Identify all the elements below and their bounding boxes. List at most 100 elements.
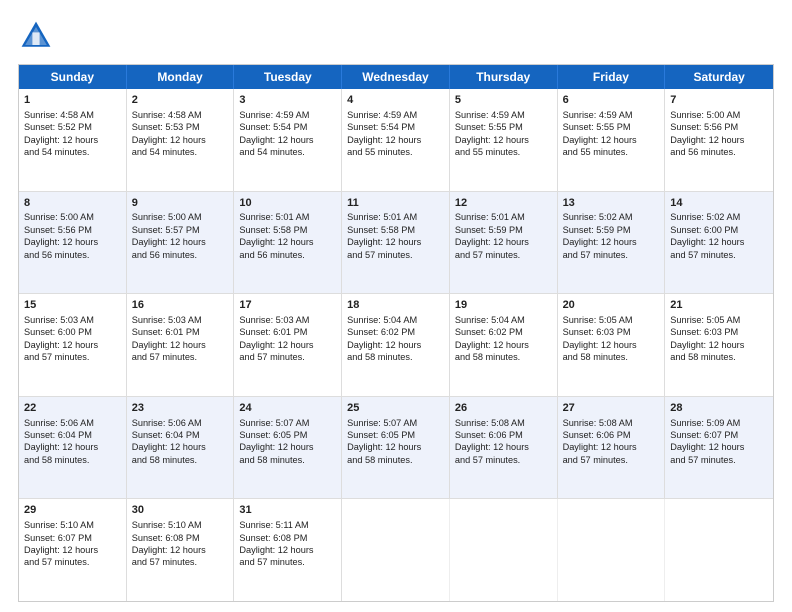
calendar-body: 1Sunrise: 4:58 AMSunset: 5:52 PMDaylight… xyxy=(19,89,773,601)
day-info-line: Daylight: 12 hours xyxy=(24,441,121,453)
day-info-line: and 57 minutes. xyxy=(132,556,229,568)
day-cell-19: 19Sunrise: 5:04 AMSunset: 6:02 PMDayligh… xyxy=(450,294,558,396)
day-info-line: Sunrise: 4:59 AM xyxy=(347,109,444,121)
empty-cell xyxy=(558,499,666,601)
day-info-line: Daylight: 12 hours xyxy=(347,441,444,453)
day-info-line: and 56 minutes. xyxy=(670,146,768,158)
day-info-line: Sunrise: 5:01 AM xyxy=(347,211,444,223)
day-info-line: Daylight: 12 hours xyxy=(132,236,229,248)
day-info-line: Daylight: 12 hours xyxy=(670,441,768,453)
day-info-line: and 57 minutes. xyxy=(670,249,768,261)
day-info-line: Sunrise: 4:59 AM xyxy=(455,109,552,121)
day-number: 7 xyxy=(670,93,768,108)
day-cell-11: 11Sunrise: 5:01 AMSunset: 5:58 PMDayligh… xyxy=(342,192,450,294)
day-number: 24 xyxy=(239,401,336,416)
day-number: 25 xyxy=(347,401,444,416)
day-info-line: Sunset: 6:04 PM xyxy=(132,429,229,441)
header-day-saturday: Saturday xyxy=(665,65,773,89)
day-info-line: Daylight: 12 hours xyxy=(347,236,444,248)
day-info-line: Daylight: 12 hours xyxy=(455,441,552,453)
day-cell-7: 7Sunrise: 5:00 AMSunset: 5:56 PMDaylight… xyxy=(665,89,773,191)
day-info-line: and 58 minutes. xyxy=(347,454,444,466)
day-cell-15: 15Sunrise: 5:03 AMSunset: 6:00 PMDayligh… xyxy=(19,294,127,396)
day-info-line: Daylight: 12 hours xyxy=(455,134,552,146)
day-info-line: Daylight: 12 hours xyxy=(347,134,444,146)
day-info-line: Sunset: 5:55 PM xyxy=(563,121,660,133)
day-cell-13: 13Sunrise: 5:02 AMSunset: 5:59 PMDayligh… xyxy=(558,192,666,294)
day-info-line: Sunset: 5:53 PM xyxy=(132,121,229,133)
day-info-line: Sunrise: 5:01 AM xyxy=(239,211,336,223)
day-info-line: Sunset: 5:52 PM xyxy=(24,121,121,133)
logo-icon xyxy=(18,18,54,54)
day-info-line: and 57 minutes. xyxy=(24,556,121,568)
day-info-line: Sunset: 5:56 PM xyxy=(24,224,121,236)
day-number: 17 xyxy=(239,298,336,313)
day-number: 13 xyxy=(563,196,660,211)
day-info-line: and 57 minutes. xyxy=(455,249,552,261)
day-number: 27 xyxy=(563,401,660,416)
day-info-line: Sunrise: 5:03 AM xyxy=(24,314,121,326)
header-day-monday: Monday xyxy=(127,65,235,89)
day-info-line: Sunset: 5:54 PM xyxy=(239,121,336,133)
header-day-thursday: Thursday xyxy=(450,65,558,89)
day-cell-16: 16Sunrise: 5:03 AMSunset: 6:01 PMDayligh… xyxy=(127,294,235,396)
day-info-line: Sunrise: 5:10 AM xyxy=(132,519,229,531)
calendar-row-1: 8Sunrise: 5:00 AMSunset: 5:56 PMDaylight… xyxy=(19,191,773,294)
day-info-line: Sunrise: 4:59 AM xyxy=(563,109,660,121)
day-info-line: Sunset: 6:03 PM xyxy=(670,326,768,338)
day-info-line: and 58 minutes. xyxy=(563,351,660,363)
day-cell-23: 23Sunrise: 5:06 AMSunset: 6:04 PMDayligh… xyxy=(127,397,235,499)
day-info-line: Sunrise: 5:09 AM xyxy=(670,417,768,429)
day-info-line: and 56 minutes. xyxy=(132,249,229,261)
day-info-line: Sunset: 6:04 PM xyxy=(24,429,121,441)
day-cell-24: 24Sunrise: 5:07 AMSunset: 6:05 PMDayligh… xyxy=(234,397,342,499)
day-number: 14 xyxy=(670,196,768,211)
day-number: 30 xyxy=(132,503,229,518)
day-info-line: Sunrise: 4:58 AM xyxy=(24,109,121,121)
day-info-line: Sunset: 5:56 PM xyxy=(670,121,768,133)
day-info-line: and 55 minutes. xyxy=(563,146,660,158)
day-info-line: Sunset: 6:01 PM xyxy=(132,326,229,338)
day-info-line: Sunset: 6:02 PM xyxy=(455,326,552,338)
day-cell-22: 22Sunrise: 5:06 AMSunset: 6:04 PMDayligh… xyxy=(19,397,127,499)
day-info-line: Sunrise: 5:05 AM xyxy=(563,314,660,326)
day-number: 5 xyxy=(455,93,552,108)
day-info-line: and 57 minutes. xyxy=(132,351,229,363)
day-info-line: Sunrise: 5:04 AM xyxy=(347,314,444,326)
day-number: 6 xyxy=(563,93,660,108)
day-info-line: Daylight: 12 hours xyxy=(670,134,768,146)
day-number: 12 xyxy=(455,196,552,211)
empty-cell xyxy=(450,499,558,601)
day-info-line: Sunset: 5:59 PM xyxy=(455,224,552,236)
day-number: 11 xyxy=(347,196,444,211)
day-cell-26: 26Sunrise: 5:08 AMSunset: 6:06 PMDayligh… xyxy=(450,397,558,499)
day-cell-3: 3Sunrise: 4:59 AMSunset: 5:54 PMDaylight… xyxy=(234,89,342,191)
day-info-line: Sunrise: 5:04 AM xyxy=(455,314,552,326)
day-info-line: Daylight: 12 hours xyxy=(132,339,229,351)
day-info-line: Sunset: 6:06 PM xyxy=(563,429,660,441)
day-info-line: and 58 minutes. xyxy=(347,351,444,363)
day-info-line: Sunrise: 4:58 AM xyxy=(132,109,229,121)
day-number: 31 xyxy=(239,503,336,518)
day-cell-2: 2Sunrise: 4:58 AMSunset: 5:53 PMDaylight… xyxy=(127,89,235,191)
day-info-line: Daylight: 12 hours xyxy=(24,236,121,248)
day-cell-12: 12Sunrise: 5:01 AMSunset: 5:59 PMDayligh… xyxy=(450,192,558,294)
header xyxy=(18,18,774,54)
day-cell-6: 6Sunrise: 4:59 AMSunset: 5:55 PMDaylight… xyxy=(558,89,666,191)
day-info-line: Daylight: 12 hours xyxy=(670,339,768,351)
day-cell-30: 30Sunrise: 5:10 AMSunset: 6:08 PMDayligh… xyxy=(127,499,235,601)
day-info-line: Sunset: 6:06 PM xyxy=(455,429,552,441)
day-cell-8: 8Sunrise: 5:00 AMSunset: 5:56 PMDaylight… xyxy=(19,192,127,294)
day-info-line: and 57 minutes. xyxy=(455,454,552,466)
day-info-line: Daylight: 12 hours xyxy=(239,134,336,146)
day-number: 15 xyxy=(24,298,121,313)
day-info-line: and 57 minutes. xyxy=(563,454,660,466)
day-number: 3 xyxy=(239,93,336,108)
header-day-tuesday: Tuesday xyxy=(234,65,342,89)
day-number: 22 xyxy=(24,401,121,416)
day-info-line: Sunrise: 5:03 AM xyxy=(132,314,229,326)
day-cell-5: 5Sunrise: 4:59 AMSunset: 5:55 PMDaylight… xyxy=(450,89,558,191)
day-info-line: Sunrise: 5:10 AM xyxy=(24,519,121,531)
day-info-line: Sunrise: 5:05 AM xyxy=(670,314,768,326)
day-number: 23 xyxy=(132,401,229,416)
